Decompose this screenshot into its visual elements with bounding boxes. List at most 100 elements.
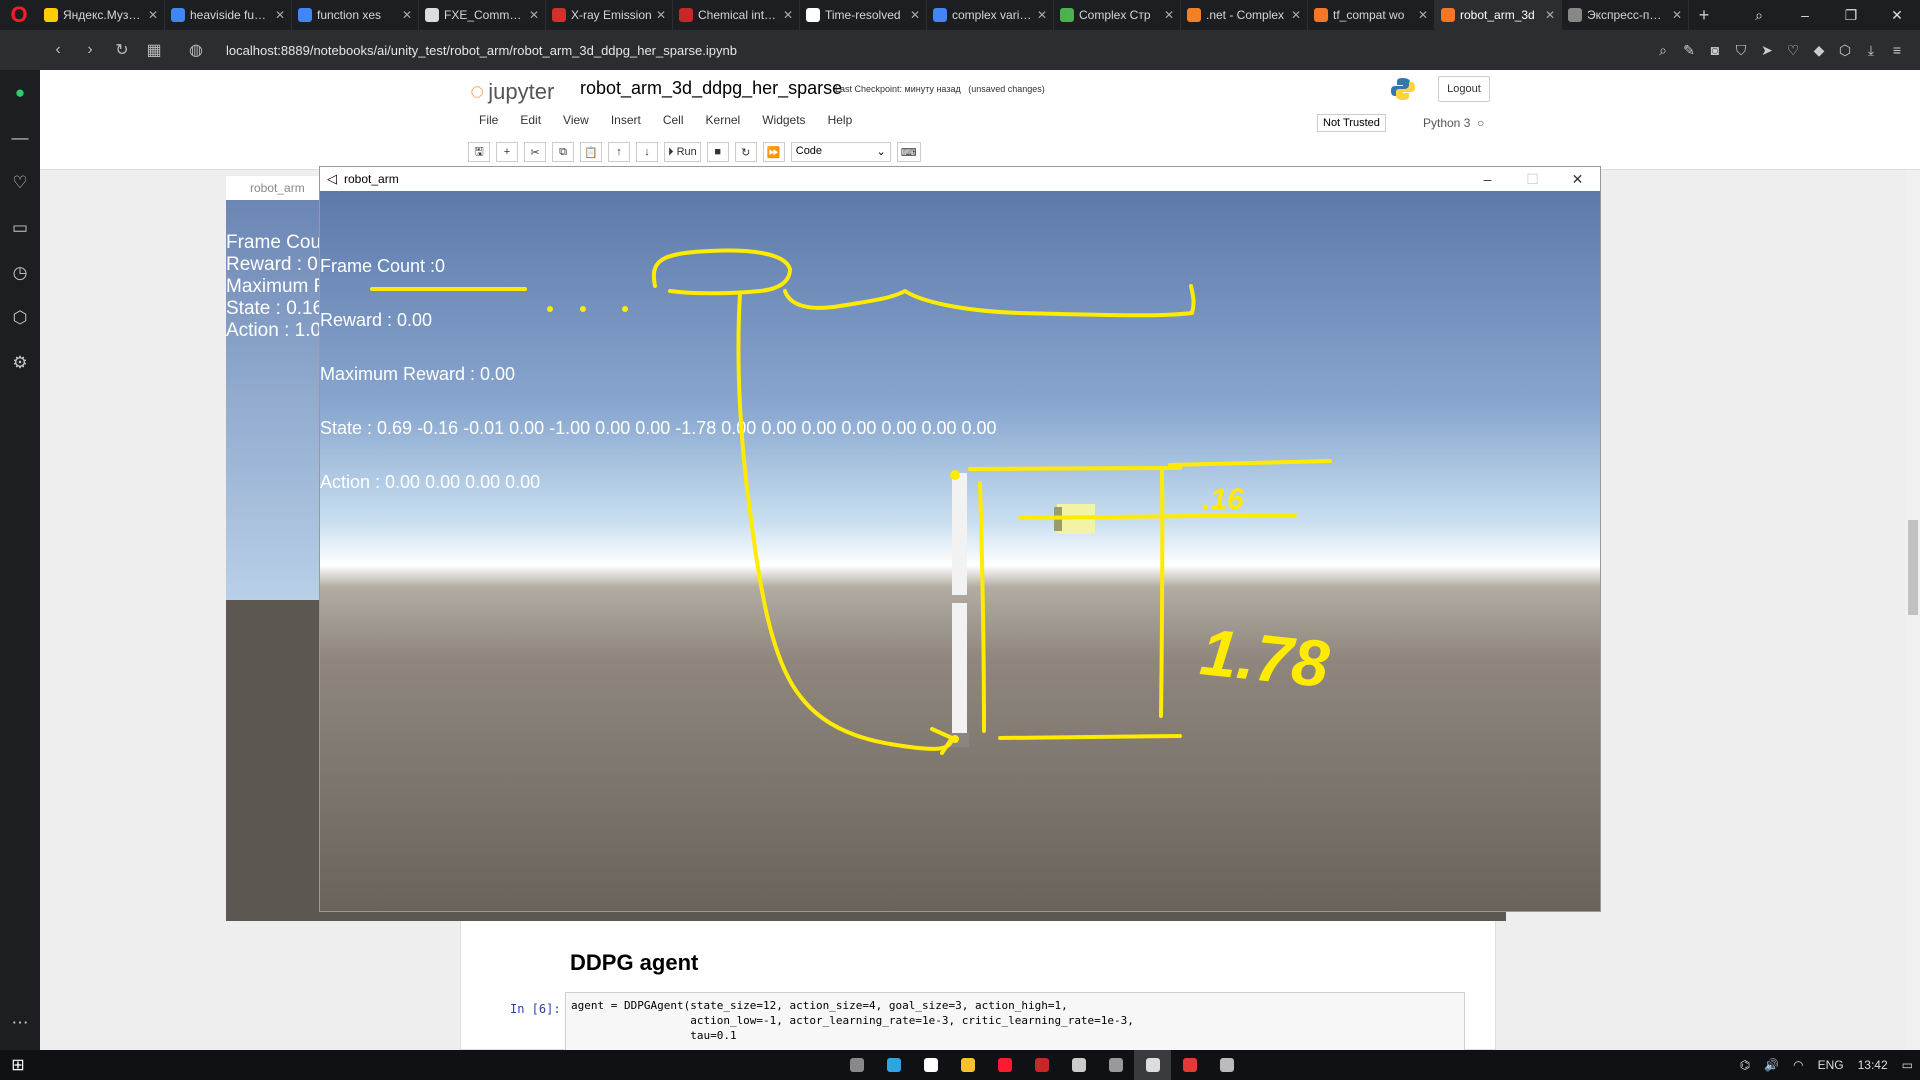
restore-icon[interactable]: ❐ [1828,7,1874,24]
insert-cell-button[interactable]: + [496,142,518,162]
browser-tab[interactable]: Complex Стр ✕ [1054,0,1181,30]
copy-button[interactable]: ⧉ [552,142,574,162]
more-icon[interactable]: ⋯ [0,1000,40,1045]
taskbar-app-icon[interactable] [875,1050,912,1080]
paste-button[interactable]: 📋 [580,142,602,162]
send-icon[interactable]: ➤ [1754,42,1780,59]
tab-close-icon[interactable]: ✕ [783,8,793,22]
taskbar-app-icon[interactable] [1171,1050,1208,1080]
cell-type-select[interactable]: Code ⌄ [790,142,891,162]
notifications-icon[interactable]: ▭ [1895,1058,1920,1072]
reload-icon[interactable]: ↻ [106,40,138,60]
tab-close-icon[interactable]: ✕ [402,8,412,22]
taskbar-app-icon[interactable] [949,1050,986,1080]
new-tab-button[interactable]: + [1689,5,1719,26]
menu-item[interactable]: Edit [509,110,552,130]
browser-tab[interactable]: robot_arm_3d ✕ [1435,0,1562,30]
move-down-button[interactable]: ↓ [636,142,658,162]
cut-button[interactable]: ✂ [524,142,546,162]
windows-start-icon[interactable]: ⊞ [0,1055,36,1075]
tab-close-icon[interactable]: ✕ [1164,8,1174,22]
opera-menu-icon[interactable]: O [0,0,38,30]
browser-tab[interactable]: Time-resolved ✕ [800,0,927,30]
player-icon[interactable]: ▭ [0,205,40,250]
cube-icon[interactable]: ⬡ [1832,42,1858,59]
history-icon[interactable]: ◷ [0,250,40,295]
run-button[interactable]: ⏵ Run [664,142,701,162]
logout-button[interactable]: Logout [1438,76,1490,102]
jupyter-logo[interactable]: ◌ jupyter [470,78,554,106]
back-icon[interactable]: ‹ [42,41,74,59]
trust-indicator[interactable]: Not Trusted [1317,114,1386,132]
tab-close-icon[interactable]: ✕ [1418,8,1428,22]
menu-icon[interactable]: ≡ [1884,42,1910,58]
notebook-name[interactable]: robot_arm_3d_ddpg_her_sparse [580,78,842,99]
interrupt-button[interactable]: ■ [706,142,729,162]
tab-close-icon[interactable]: ✕ [275,8,285,22]
browser-tab[interactable]: .net - Complex ✕ [1181,0,1308,30]
tabs-grid-icon[interactable]: ▦ [138,40,170,60]
camera-icon[interactable]: ◙ [1702,42,1728,58]
taskbar-app-icon[interactable] [1023,1050,1060,1080]
whatsapp-icon[interactable]: ● [0,70,40,115]
keyboard-button[interactable]: ⌨ [896,142,921,162]
volume-icon[interactable]: 🔊 [1757,1058,1786,1072]
tab-close-icon[interactable]: ✕ [1037,8,1047,22]
taskbar-app-icon[interactable] [986,1050,1023,1080]
code-cell[interactable]: agent = DDPGAgent(state_size=12, action_… [565,992,1465,1052]
menu-item[interactable]: Cell [652,110,695,130]
tab-close-icon[interactable]: ✕ [148,8,158,22]
tab-close-icon[interactable]: ✕ [910,8,920,22]
menu-item[interactable]: Insert [600,110,652,130]
save-button[interactable]: 🖫 [468,142,490,162]
browser-tab[interactable]: Экспресс-панель ✕ [1562,0,1689,30]
clock[interactable]: 13:42 [1851,1058,1895,1072]
tab-close-icon[interactable]: ✕ [1291,8,1301,22]
settings-icon[interactable]: ⚙ [0,340,40,385]
taskbar-app-icon[interactable] [912,1050,949,1080]
url-field[interactable]: localhost:8889/notebooks/ai/unity_test/r… [226,43,737,58]
menu-item[interactable]: Widgets [751,110,816,130]
move-up-button[interactable]: ↑ [608,142,630,162]
browser-tab[interactable]: Chemical interactions ✕ [673,0,800,30]
taskbar-app-icon[interactable] [1208,1050,1245,1080]
heart-icon[interactable]: ♡ [0,160,40,205]
minimize-icon[interactable]: – [1465,167,1510,191]
browser-tab[interactable]: tf_compat wo ✕ [1308,0,1435,30]
search-icon[interactable]: ⌕ [1650,42,1676,59]
taskbar-app-icon[interactable] [1060,1050,1097,1080]
taskbar-app-icon[interactable] [1134,1050,1171,1080]
unity-scene-viewport[interactable]: Frame Count :0 Reward : 0.00 Maximum Rew… [320,191,1600,911]
minimize-icon[interactable]: – [1782,7,1828,23]
forward-icon[interactable]: › [74,41,106,59]
site-info-icon[interactable]: ◍ [180,40,212,60]
heart-icon[interactable]: ♡ [1780,42,1806,59]
tab-close-icon[interactable]: ✕ [656,8,666,22]
restart-run-all-button[interactable]: ⏩ [762,142,785,162]
tab-close-icon[interactable]: ✕ [529,8,539,22]
browser-tab[interactable]: function xes ✕ [292,0,419,30]
browser-tab[interactable]: Яндекс.Музыка ✕ [38,0,165,30]
extension-icon[interactable]: ◆ [1806,42,1832,59]
close-icon[interactable]: ✕ [1874,7,1920,24]
edit-icon[interactable]: ✎ [1676,42,1702,59]
shield-icon[interactable]: ⛉ [1728,42,1754,59]
unity-window[interactable]: ◁ robot_arm – ☐ ✕ Frame Count :0 Reward … [319,166,1601,912]
network-icon[interactable]: ⌬ [1733,1058,1757,1072]
scrollbar-thumb[interactable] [1908,520,1918,615]
page-scrollbar[interactable] [1906,170,1920,1050]
menu-item[interactable]: Help [817,110,864,130]
download-icon[interactable]: ⤓ [1858,42,1884,59]
maximize-icon[interactable]: ☐ [1510,167,1555,191]
restart-button[interactable]: ↻ [734,142,757,162]
menu-item[interactable]: File [468,110,509,130]
browser-tab[interactable]: complex variable ✕ [927,0,1054,30]
search-tabs-icon[interactable]: ⌕ [1736,7,1782,24]
browser-tab[interactable]: FXE_Comm_To ✕ [419,0,546,30]
taskbar-app-icon[interactable] [1097,1050,1134,1080]
browser-tab[interactable]: X-ray Emission ✕ [546,0,673,30]
close-icon[interactable]: ✕ [1555,167,1600,191]
wifi-icon[interactable]: ◠ [1786,1058,1810,1072]
tab-close-icon[interactable]: ✕ [1672,8,1682,22]
unity-window-titlebar[interactable]: ◁ robot_arm – ☐ ✕ [320,167,1600,191]
